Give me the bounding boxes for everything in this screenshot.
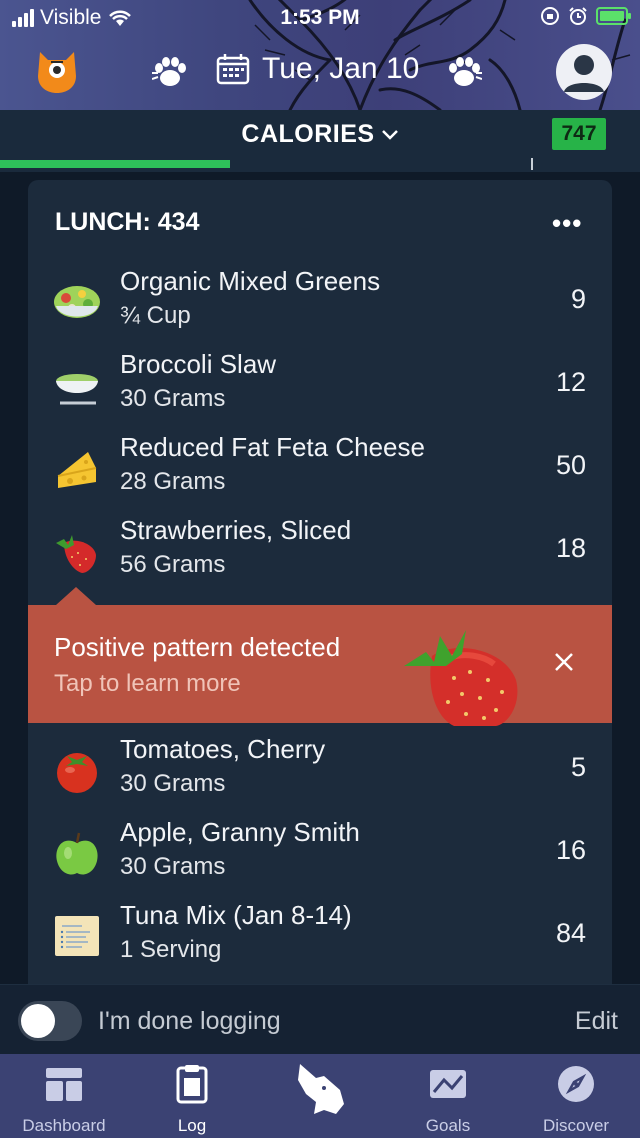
calendar-icon [216, 54, 250, 85]
toggle-knob [21, 1004, 55, 1038]
pattern-banner[interactable]: Positive pattern detected Tap to learn m… [28, 605, 612, 723]
meal-title: LUNCH: 434 [55, 208, 200, 236]
tab-goals[interactable]: Goals [384, 1054, 512, 1138]
done-logging-bar: I'm done logging Edit [0, 984, 640, 1054]
date-label: Tue, Jan 10 [262, 52, 420, 85]
lock-rotation-icon [541, 7, 559, 25]
food-name: Organic Mixed Greens [120, 266, 381, 296]
log-icon [176, 1065, 208, 1104]
food-calories: 9 [570, 284, 586, 314]
tab-label: Discover [542, 1116, 610, 1135]
banner-title: Positive pattern detected [54, 632, 341, 662]
tab-discover[interactable]: Discover [512, 1054, 640, 1138]
app-screen: Visible 1:53 PM Tue, Jan 10 CALORIES 747… [0, 0, 640, 1138]
done-logging-toggle[interactable] [18, 1001, 82, 1041]
food-row[interactable]: Organic Mixed Greens ¾ Cup 9 [28, 262, 612, 344]
header: Visible 1:53 PM Tue, Jan 10 [0, 0, 640, 110]
food-amount: ¾ Cup [120, 302, 191, 329]
food-row[interactable]: Tuna Mix (Jan 8-14) 1 Serving 84 [28, 896, 612, 978]
food-row[interactable]: Apple, Granny Smith 30 Grams 16 [28, 813, 612, 895]
food-calories: 5 [570, 752, 586, 782]
food-calories: 50 [555, 450, 586, 480]
food-calories: 18 [555, 533, 586, 563]
calories-label: CALORIES [241, 120, 375, 148]
user-icon [564, 55, 604, 92]
chevron-down-icon [381, 129, 398, 140]
food-name: Tuna Mix (Jan 8-14) [120, 900, 352, 930]
date-selector[interactable]: Tue, Jan 10 [216, 52, 419, 86]
wolf-icon [298, 1064, 344, 1114]
food-calories: 84 [555, 918, 586, 948]
food-row[interactable]: Strawberries, Sliced 56 Grams 18 [28, 511, 612, 593]
banner-pointer [56, 587, 96, 605]
goals-icon [430, 1070, 466, 1098]
food-name: Broccoli Slaw [120, 349, 277, 379]
tomato-icon [57, 753, 97, 793]
strawberry-icon [56, 535, 96, 573]
food-amount: 1 Serving [120, 936, 222, 963]
recipe-card-icon [55, 916, 99, 956]
tab-label: Goals [425, 1116, 471, 1135]
tab-log[interactable]: Log [128, 1054, 256, 1138]
profile-avatar[interactable] [556, 44, 612, 100]
paw-right-icon[interactable] [446, 56, 482, 90]
paw-left-icon[interactable] [152, 56, 188, 90]
food-amount: 30 Grams [120, 853, 226, 880]
tab-dashboard[interactable]: Dashboard [0, 1054, 128, 1138]
tab-bar: Dashboard Log Goals Discover [0, 1054, 640, 1138]
edit-button[interactable]: Edit [575, 1007, 618, 1036]
close-icon[interactable] [552, 650, 576, 674]
owl-logo-icon[interactable] [36, 48, 78, 94]
status-bar: Visible 1:53 PM [0, 6, 640, 32]
dashboard-icon [46, 1068, 82, 1101]
strawberry-illustration [404, 630, 518, 726]
food-name: Reduced Fat Feta Cheese [120, 432, 425, 462]
food-name: Strawberries, Sliced [120, 515, 352, 545]
calorie-goal-marker [531, 158, 533, 170]
food-name: Tomatoes, Cherry [120, 734, 326, 764]
food-amount: 56 Grams [120, 551, 226, 578]
food-amount: 30 Grams [120, 770, 226, 797]
calories-remaining-badge: 747 [552, 118, 606, 150]
calories-dropdown[interactable]: CALORIES [241, 120, 398, 149]
food-row[interactable]: Reduced Fat Feta Cheese 28 Grams 50 [28, 428, 612, 510]
slaw-bowl-icon [56, 374, 98, 405]
food-amount: 30 Grams [120, 385, 226, 412]
tab-label: Dashboard [22, 1116, 106, 1135]
banner-subtitle[interactable]: Tap to learn more [54, 670, 241, 698]
food-row[interactable]: Tomatoes, Cherry 30 Grams 5 [28, 730, 612, 812]
cheese-icon [57, 452, 97, 488]
calorie-progress-fill [0, 160, 230, 168]
green-apple-icon [56, 832, 98, 875]
food-calories: 16 [555, 835, 586, 865]
compass-icon [558, 1066, 594, 1102]
battery-icon [596, 7, 631, 25]
done-logging-label: I'm done logging [98, 1007, 281, 1035]
food-name: Apple, Granny Smith [120, 817, 360, 847]
alarm-icon [569, 7, 587, 25]
food-row[interactable]: Broccoli Slaw 30 Grams 12 [28, 345, 612, 427]
food-calories: 12 [555, 367, 586, 397]
tab-center[interactable] [256, 1054, 384, 1138]
salad-icon [54, 286, 100, 318]
food-amount: 28 Grams [120, 468, 226, 495]
tab-label: Log [177, 1116, 207, 1135]
more-options-button[interactable]: ••• [552, 208, 582, 239]
